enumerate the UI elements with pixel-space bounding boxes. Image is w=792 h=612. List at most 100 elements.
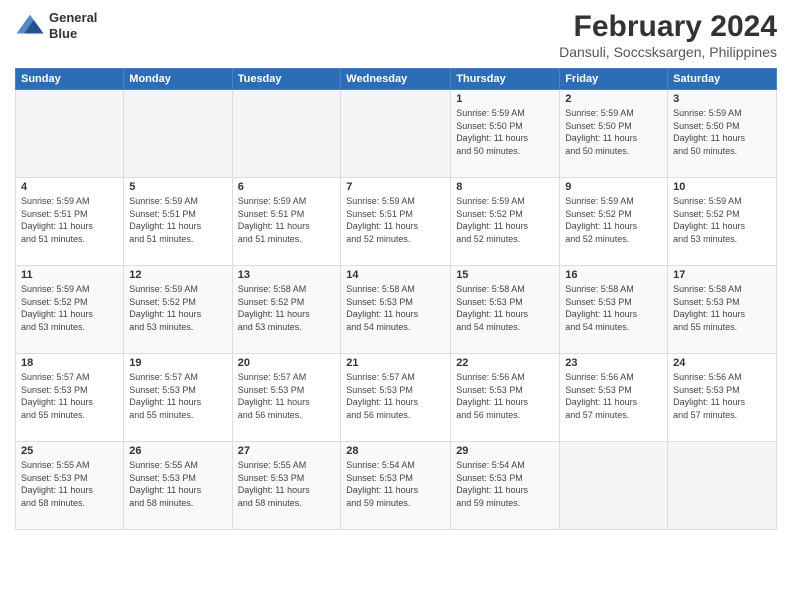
day-number: 15 xyxy=(456,269,554,281)
day-info: Sunrise: 5:59 AM Sunset: 5:51 PM Dayligh… xyxy=(129,195,226,245)
calendar-cell: 29 Sunrise: 5:54 AM Sunset: 5:53 PM Dayli… xyxy=(451,442,560,530)
day-number: 5 xyxy=(129,181,226,193)
calendar-cell: 4Sunrise: 5:59 AM Sunset: 5:51 PM Daylig… xyxy=(16,178,124,266)
calendar-cell: 26 Sunrise: 5:55 AM Sunset: 5:53 PM Dayli… xyxy=(124,442,232,530)
day-number: 6 xyxy=(238,181,336,193)
day-info: Sunrise: 5:58 AM Sunset: 5:53 PM Dayligh… xyxy=(673,283,771,333)
logo-line2: Blue xyxy=(49,26,97,42)
day-number: 29 xyxy=(456,445,554,457)
calendar-cell: 2Sunrise: 5:59 AM Sunset: 5:50 PM Daylig… xyxy=(560,90,668,178)
calendar-cell: 1 Sunrise: 5:59 AM Sunset: 5:50 PM Daylig… xyxy=(451,90,560,178)
calendar-cell: 13 Sunrise: 5:58 AM Sunset: 5:52 PM Dayli… xyxy=(232,266,341,354)
day-info: Sunrise: 5:55 AM Sunset: 5:53 PM Dayligh… xyxy=(21,459,118,509)
day-number: 21 xyxy=(346,357,445,369)
day-number: 14 xyxy=(346,269,445,281)
weekday-header-thursday: Thursday xyxy=(451,69,560,90)
day-info: Sunrise: 5:58 AM Sunset: 5:53 PM Dayligh… xyxy=(565,283,662,333)
day-info: Sunrise: 5:59 AM Sunset: 5:52 PM Dayligh… xyxy=(565,195,662,245)
day-number: 11 xyxy=(21,269,118,281)
calendar-cell: 9 Sunrise: 5:59 AM Sunset: 5:52 PM Daylig… xyxy=(560,178,668,266)
calendar-cell xyxy=(232,90,341,178)
calendar-cell: 14 Sunrise: 5:58 AM Sunset: 5:53 PM Dayli… xyxy=(341,266,451,354)
calendar-cell: 11 Sunrise: 5:59 AM Sunset: 5:52 PM Dayli… xyxy=(16,266,124,354)
calendar-cell: 20Sunrise: 5:57 AM Sunset: 5:53 PM Dayli… xyxy=(232,354,341,442)
day-info: Sunrise: 5:59 AM Sunset: 5:52 PM Dayligh… xyxy=(129,283,226,333)
week-row-2: 11 Sunrise: 5:59 AM Sunset: 5:52 PM Dayli… xyxy=(16,266,777,354)
day-number: 13 xyxy=(238,269,336,281)
logo: General Blue xyxy=(15,10,97,41)
calendar-cell: 16 Sunrise: 5:58 AM Sunset: 5:53 PM Dayli… xyxy=(560,266,668,354)
title-section: February 2024 Dansuli, Soccsksargen, Phi… xyxy=(559,10,777,60)
calendar-body: 1 Sunrise: 5:59 AM Sunset: 5:50 PM Daylig… xyxy=(16,90,777,530)
calendar-cell: 21Sunrise: 5:57 AM Sunset: 5:53 PM Dayli… xyxy=(341,354,451,442)
day-number: 27 xyxy=(238,445,336,457)
weekday-header-saturday: Saturday xyxy=(668,69,777,90)
day-info: Sunrise: 5:58 AM Sunset: 5:53 PM Dayligh… xyxy=(346,283,445,333)
day-info: Sunrise: 5:59 AM Sunset: 5:50 PM Dayligh… xyxy=(456,107,554,157)
calendar-title: February 2024 xyxy=(559,10,777,44)
weekday-header-friday: Friday xyxy=(560,69,668,90)
weekday-header-tuesday: Tuesday xyxy=(232,69,341,90)
day-number: 16 xyxy=(565,269,662,281)
calendar-table: SundayMondayTuesdayWednesdayThursdayFrid… xyxy=(15,68,777,530)
calendar-cell: 17Sunrise: 5:58 AM Sunset: 5:53 PM Dayli… xyxy=(668,266,777,354)
calendar-cell: 22 Sunrise: 5:56 AM Sunset: 5:53 PM Dayli… xyxy=(451,354,560,442)
day-number: 25 xyxy=(21,445,118,457)
day-info: Sunrise: 5:55 AM Sunset: 5:53 PM Dayligh… xyxy=(129,459,226,509)
logo-line1: General xyxy=(49,10,97,26)
calendar-cell: 5 Sunrise: 5:59 AM Sunset: 5:51 PM Daylig… xyxy=(124,178,232,266)
week-row-0: 1 Sunrise: 5:59 AM Sunset: 5:50 PM Daylig… xyxy=(16,90,777,178)
day-number: 1 xyxy=(456,93,554,105)
weekday-header-sunday: Sunday xyxy=(16,69,124,90)
day-info: Sunrise: 5:57 AM Sunset: 5:53 PM Dayligh… xyxy=(238,371,336,421)
day-info: Sunrise: 5:56 AM Sunset: 5:53 PM Dayligh… xyxy=(456,371,554,421)
calendar-cell xyxy=(341,90,451,178)
calendar-cell xyxy=(668,442,777,530)
day-info: Sunrise: 5:56 AM Sunset: 5:53 PM Dayligh… xyxy=(673,371,771,421)
day-number: 28 xyxy=(346,445,445,457)
calendar-cell: 25 Sunrise: 5:55 AM Sunset: 5:53 PM Dayli… xyxy=(16,442,124,530)
day-number: 9 xyxy=(565,181,662,193)
day-info: Sunrise: 5:59 AM Sunset: 5:52 PM Dayligh… xyxy=(21,283,118,333)
day-number: 23 xyxy=(565,357,662,369)
day-info: Sunrise: 5:59 AM Sunset: 5:52 PM Dayligh… xyxy=(456,195,554,245)
weekday-header-monday: Monday xyxy=(124,69,232,90)
day-info: Sunrise: 5:56 AM Sunset: 5:53 PM Dayligh… xyxy=(565,371,662,421)
day-info: Sunrise: 5:58 AM Sunset: 5:53 PM Dayligh… xyxy=(456,283,554,333)
day-number: 22 xyxy=(456,357,554,369)
calendar-cell xyxy=(560,442,668,530)
logo-icon xyxy=(15,11,45,41)
logo-text: General Blue xyxy=(49,10,97,41)
day-number: 2 xyxy=(565,93,662,105)
day-info: Sunrise: 5:54 AM Sunset: 5:53 PM Dayligh… xyxy=(346,459,445,509)
calendar-cell xyxy=(16,90,124,178)
calendar-cell: 28 Sunrise: 5:54 AM Sunset: 5:53 PM Dayli… xyxy=(341,442,451,530)
day-info: Sunrise: 5:59 AM Sunset: 5:51 PM Dayligh… xyxy=(21,195,118,245)
calendar-cell: 8Sunrise: 5:59 AM Sunset: 5:52 PM Daylig… xyxy=(451,178,560,266)
calendar-cell: 23 Sunrise: 5:56 AM Sunset: 5:53 PM Dayli… xyxy=(560,354,668,442)
day-info: Sunrise: 5:59 AM Sunset: 5:52 PM Dayligh… xyxy=(673,195,771,245)
day-info: Sunrise: 5:59 AM Sunset: 5:51 PM Dayligh… xyxy=(238,195,336,245)
calendar-cell: 7 Sunrise: 5:59 AM Sunset: 5:51 PM Daylig… xyxy=(341,178,451,266)
week-row-3: 18Sunrise: 5:57 AM Sunset: 5:53 PM Dayli… xyxy=(16,354,777,442)
day-number: 19 xyxy=(129,357,226,369)
day-info: Sunrise: 5:59 AM Sunset: 5:51 PM Dayligh… xyxy=(346,195,445,245)
calendar-header: SundayMondayTuesdayWednesdayThursdayFrid… xyxy=(16,69,777,90)
calendar-subtitle: Dansuli, Soccsksargen, Philippines xyxy=(559,44,777,60)
calendar-cell: 24Sunrise: 5:56 AM Sunset: 5:53 PM Dayli… xyxy=(668,354,777,442)
day-info: Sunrise: 5:54 AM Sunset: 5:53 PM Dayligh… xyxy=(456,459,554,509)
weekday-row: SundayMondayTuesdayWednesdayThursdayFrid… xyxy=(16,69,777,90)
day-info: Sunrise: 5:57 AM Sunset: 5:53 PM Dayligh… xyxy=(129,371,226,421)
calendar-cell xyxy=(124,90,232,178)
day-info: Sunrise: 5:57 AM Sunset: 5:53 PM Dayligh… xyxy=(21,371,118,421)
day-info: Sunrise: 5:58 AM Sunset: 5:52 PM Dayligh… xyxy=(238,283,336,333)
day-number: 26 xyxy=(129,445,226,457)
day-number: 3 xyxy=(673,93,771,105)
day-number: 7 xyxy=(346,181,445,193)
page: General Blue February 2024 Dansuli, Socc… xyxy=(0,0,792,612)
calendar-cell: 12 Sunrise: 5:59 AM Sunset: 5:52 PM Dayli… xyxy=(124,266,232,354)
week-row-1: 4Sunrise: 5:59 AM Sunset: 5:51 PM Daylig… xyxy=(16,178,777,266)
weekday-header-wednesday: Wednesday xyxy=(341,69,451,90)
header: General Blue February 2024 Dansuli, Socc… xyxy=(15,10,777,60)
day-number: 12 xyxy=(129,269,226,281)
